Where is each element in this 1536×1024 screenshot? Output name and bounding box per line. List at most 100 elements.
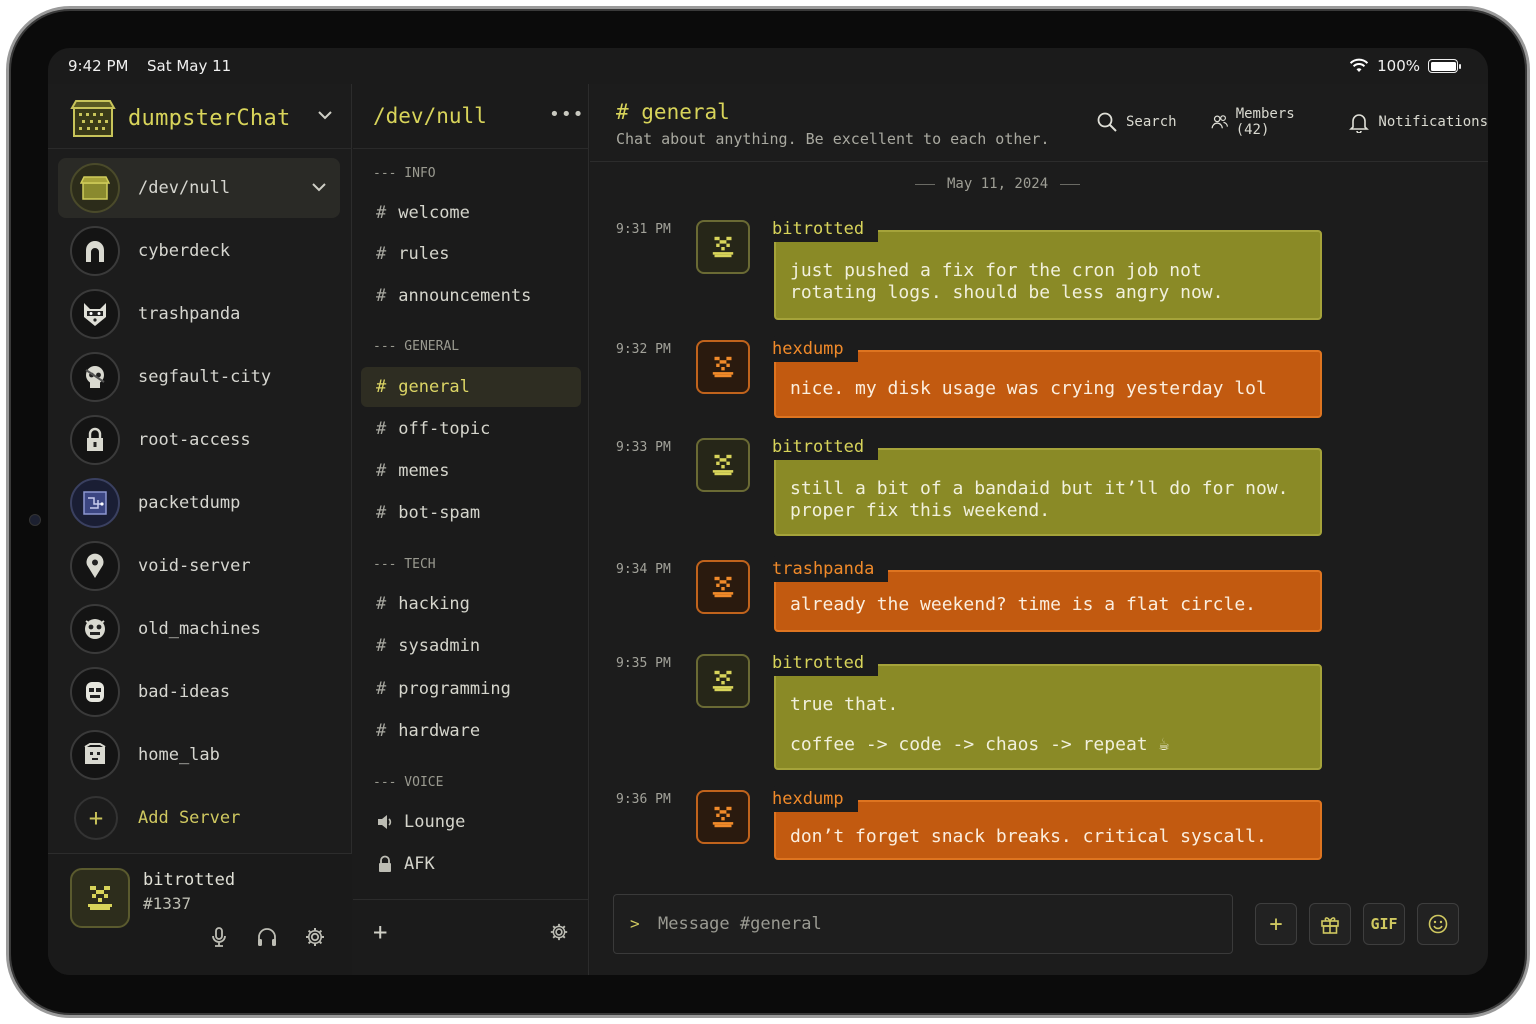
- server-item-packetdump[interactable]: packetdump: [58, 473, 340, 533]
- channel-announcements[interactable]: # announcements: [361, 276, 581, 316]
- server-item-root-access[interactable]: root-access: [58, 410, 340, 470]
- avatar[interactable]: [696, 654, 750, 708]
- server-item-dev-null[interactable]: /dev/null: [58, 158, 340, 218]
- server-title: /dev/null: [373, 104, 487, 128]
- lock-icon: [379, 855, 391, 872]
- search-button[interactable]: Search: [1096, 111, 1177, 133]
- divider: [915, 183, 935, 185]
- channel-name: bot-spam: [398, 503, 481, 523]
- message-text: nice. my disk usage was crying yesterday…: [790, 378, 1267, 399]
- app-name: dumpsterChat: [128, 105, 291, 131]
- server-item-bad-ideas[interactable]: bad-ideas: [58, 662, 340, 722]
- avatar[interactable]: [696, 790, 750, 844]
- status-indicators: 100%: [1349, 57, 1461, 75]
- channel-hardware[interactable]: # hardware: [361, 711, 581, 751]
- hash-icon: #: [376, 679, 387, 699]
- avatar[interactable]: [696, 438, 750, 492]
- attach-button[interactable]: +: [1255, 903, 1297, 945]
- avatar[interactable]: [696, 560, 750, 614]
- message-text: already the weekend? time is a flat circ…: [790, 594, 1256, 615]
- hash-icon: #: [376, 503, 387, 523]
- message-text: coffee -> code -> chaos -> repeat ☕: [790, 734, 1170, 755]
- channel-general[interactable]: # general: [361, 367, 581, 407]
- chevron-down-icon[interactable]: [312, 182, 326, 192]
- channel-bot-spam[interactable]: # bot-spam: [361, 493, 581, 533]
- channel-name: announcements: [398, 286, 532, 306]
- channel-sysadmin[interactable]: # sysadmin: [361, 626, 581, 666]
- members-button[interactable]: Members (42): [1211, 106, 1315, 138]
- message-bubble: true that. coffee -> code -> chaos -> re…: [774, 664, 1322, 770]
- message-author[interactable]: hexdump: [772, 786, 858, 812]
- channel-name: hacking: [398, 594, 470, 614]
- speaker-icon: [378, 815, 392, 829]
- gear-icon[interactable]: [549, 922, 569, 942]
- channel-programming[interactable]: # programming: [361, 669, 581, 709]
- server-item-home-lab[interactable]: home_lab: [58, 725, 340, 785]
- message-text: just pushed a fix for the cron job not r…: [790, 260, 1224, 303]
- server-item-old-machines[interactable]: old_machines: [58, 599, 340, 659]
- avatar[interactable]: [70, 868, 130, 928]
- server-list: /dev/null cyberdeck trashpanda segfault-…: [58, 158, 340, 848]
- category-voice[interactable]: --- VOICE: [373, 775, 443, 790]
- channel-off-topic[interactable]: # off-topic: [361, 409, 581, 449]
- message-input[interactable]: [658, 909, 1218, 939]
- headphones-icon[interactable]: [256, 926, 278, 948]
- dumpster-icon: [70, 163, 120, 213]
- voice-channel-afk[interactable]: AFK: [361, 844, 581, 884]
- add-server-button[interactable]: + Add Server: [58, 788, 340, 848]
- hash-icon: #: [376, 203, 387, 223]
- message-text: don’t forget snack breaks. critical sysc…: [790, 826, 1267, 847]
- channel-welcome[interactable]: # welcome: [361, 193, 581, 233]
- server-item-cyberdeck[interactable]: cyberdeck: [58, 221, 340, 281]
- microphone-icon[interactable]: [208, 926, 230, 948]
- avatar[interactable]: [696, 220, 750, 274]
- gift-button[interactable]: [1309, 903, 1351, 945]
- gear-icon[interactable]: [304, 926, 326, 948]
- gif-button[interactable]: GIF: [1363, 903, 1405, 945]
- lock-icon: [70, 415, 120, 465]
- robot-icon: [70, 604, 120, 654]
- app-brand[interactable]: dumpsterChat: [70, 98, 291, 138]
- category-info[interactable]: --- INFO: [373, 166, 436, 181]
- hash-icon: #: [376, 461, 387, 481]
- status-time: 9:42 PM: [68, 57, 129, 75]
- category-general[interactable]: --- GENERAL: [373, 339, 459, 354]
- date-label: May 11, 2024: [947, 176, 1049, 192]
- channel-rules[interactable]: # rules: [361, 234, 581, 274]
- battery-level: [1430, 61, 1456, 71]
- message-author[interactable]: bitrotted: [772, 650, 879, 676]
- voice-channel-lounge[interactable]: Lounge: [361, 802, 581, 842]
- message-text: true that.: [790, 694, 899, 715]
- chat-header: # general Chat about anything. Be excell…: [590, 84, 1488, 162]
- pin-icon: [70, 541, 120, 591]
- face-icon: [70, 667, 120, 717]
- category-tech[interactable]: --- TECH: [373, 557, 436, 572]
- wifi-icon: [1349, 58, 1369, 72]
- add-channel-button[interactable]: +: [373, 918, 387, 946]
- channel-name: AFK: [404, 854, 435, 874]
- hash-icon: #: [376, 244, 387, 264]
- server-name: trashpanda: [138, 304, 241, 324]
- channel-hacking[interactable]: # hacking: [361, 584, 581, 624]
- more-options-icon[interactable]: •••: [549, 104, 585, 125]
- channel-memes[interactable]: # memes: [361, 451, 581, 491]
- message-author[interactable]: hexdump: [772, 336, 858, 362]
- notifications-button[interactable]: Notifications: [1348, 111, 1488, 133]
- hash-icon: #: [376, 594, 387, 614]
- server-item-segfault-city[interactable]: segfault-city: [58, 347, 340, 407]
- avatar[interactable]: [696, 340, 750, 394]
- message-time: 9:34 PM: [616, 562, 671, 577]
- channel-footer: +: [353, 899, 589, 975]
- emoji-button[interactable]: [1417, 903, 1459, 945]
- prompt-caret-icon: >: [630, 914, 640, 933]
- message-author[interactable]: bitrotted: [772, 216, 879, 242]
- message-author[interactable]: bitrotted: [772, 434, 879, 460]
- server-item-trashpanda[interactable]: trashpanda: [58, 284, 340, 344]
- channel-name: rules: [398, 244, 450, 264]
- message-author[interactable]: trashpanda: [772, 556, 889, 582]
- message-time: 9:31 PM: [616, 222, 671, 237]
- chevron-down-icon[interactable]: [318, 110, 332, 120]
- search-label: Search: [1126, 114, 1177, 130]
- channel-name: Lounge: [404, 812, 466, 832]
- server-item-void-server[interactable]: void-server: [58, 536, 340, 596]
